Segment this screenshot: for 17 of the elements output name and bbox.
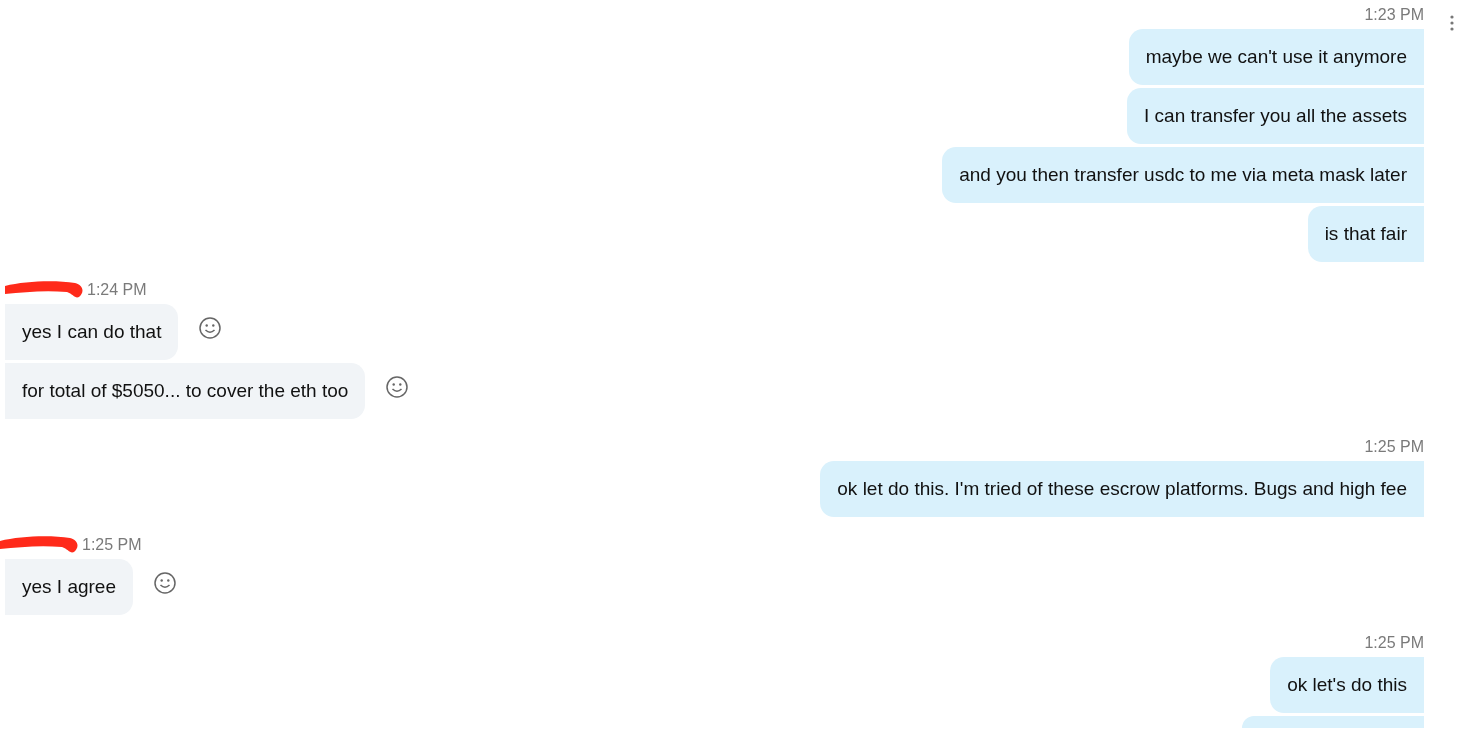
message-timestamp: 1:25 PM [1364, 633, 1424, 653]
message-timestamp: 1:25 PM [82, 535, 142, 555]
smiley-icon[interactable] [198, 316, 223, 340]
smiley-icon[interactable] [153, 571, 177, 595]
message-bubble: I can transfer you all the assets [1127, 88, 1424, 144]
message-bubble: yes I agree [5, 559, 133, 615]
smiley-icon[interactable] [385, 375, 410, 399]
message-timestamp: 1:25 PM [1364, 437, 1424, 457]
message-bubble: and you then transfer usdc to me via meta mask later [942, 147, 1424, 203]
message-bubble: maybe we can't use it anymore [1128, 29, 1424, 85]
message-bubble: ok let do this. I'm tried of these escrow platforms. Bugs and high fee [820, 461, 1424, 517]
message-bubble: yes I can do that [5, 304, 179, 360]
message-timestamp: 1:23 PM [1364, 5, 1424, 25]
message-bubble: ok let's do this [1270, 657, 1424, 713]
message-timestamp: 1:24 PM [87, 280, 147, 300]
message-bubble: is that fair [1307, 206, 1424, 262]
message-bubble: for total of $5050... to cover the eth too [5, 363, 366, 419]
